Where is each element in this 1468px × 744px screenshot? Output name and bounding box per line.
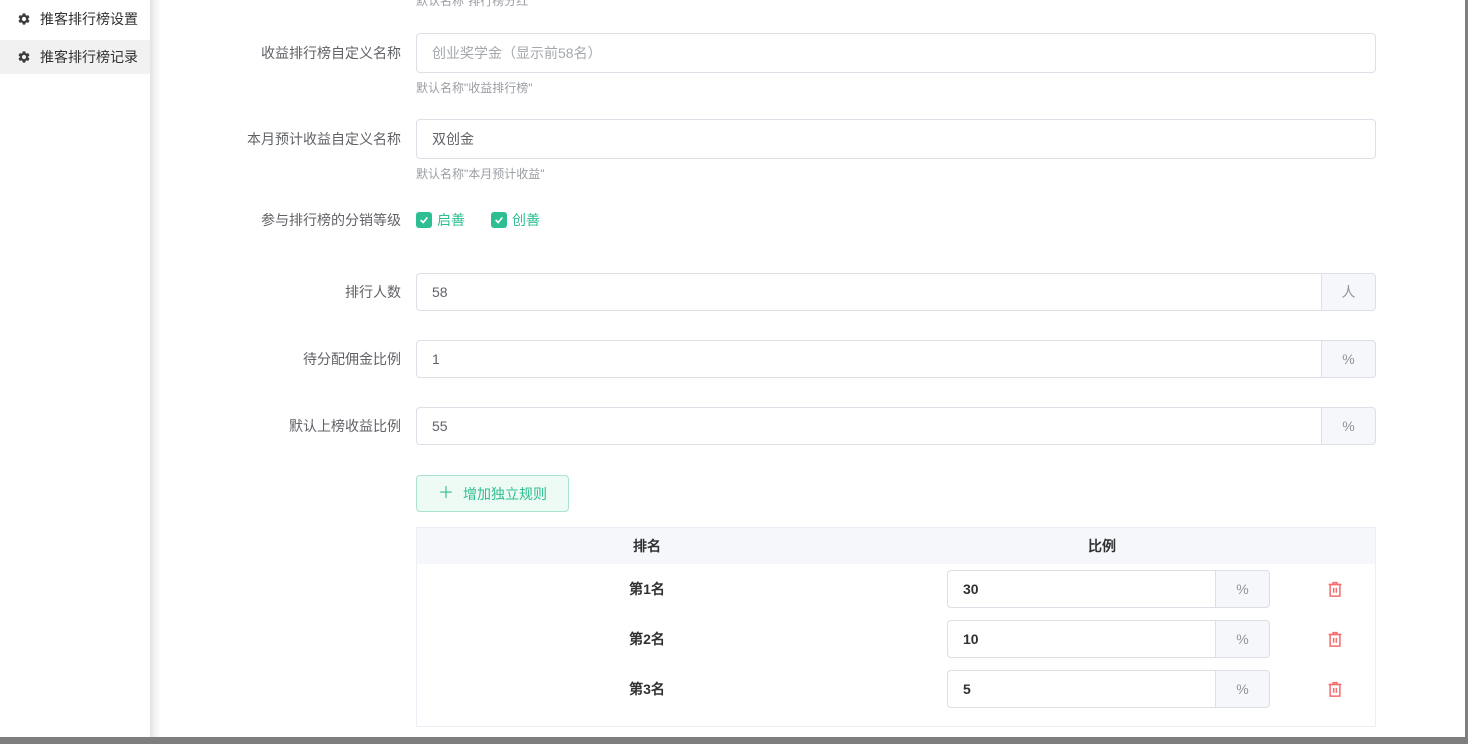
income-rank-name-helper: 默认名称"收益排行榜" bbox=[416, 79, 533, 96]
rules-table: 排名 比例 第1名 % 第2名 % bbox=[416, 527, 1376, 727]
sidebar-item-rank-settings[interactable]: 推客排行榜设置 bbox=[0, 2, 150, 36]
trash-icon bbox=[1326, 630, 1344, 648]
levels-checkbox-group: 启善 创善 bbox=[416, 203, 540, 237]
income-rank-name-input[interactable] bbox=[416, 33, 1376, 73]
trash-icon bbox=[1326, 680, 1344, 698]
default-reward-ratio-group: % bbox=[416, 407, 1376, 445]
checkbox-checked-icon bbox=[416, 212, 432, 228]
sidebar-item-rank-records[interactable]: 推客排行榜记录 bbox=[0, 40, 150, 74]
ratio-suffix: % bbox=[1215, 670, 1270, 708]
helper-text-cutoff: 默认名称"排行榜分红" bbox=[416, 0, 533, 9]
plus-icon: ＋ bbox=[438, 486, 454, 502]
add-rule-button[interactable]: ＋ 增加独立规则 bbox=[416, 475, 569, 512]
ratio-suffix: % bbox=[1215, 570, 1270, 608]
checkbox-level-qishan[interactable]: 启善 bbox=[416, 210, 465, 230]
checkbox-label: 创善 bbox=[512, 210, 540, 230]
sidebar-item-label: 推客排行榜记录 bbox=[40, 47, 138, 67]
rank-count-group: 人 bbox=[416, 273, 1376, 311]
page: 推客排行榜设置 推客排行榜记录 默认名称"排行榜分红" 收益排行榜自定义名称 默… bbox=[0, 0, 1468, 744]
levels-label: 参与排行榜的分销等级 bbox=[161, 203, 401, 237]
pending-commission-suffix: % bbox=[1321, 340, 1376, 378]
rank-count-suffix: 人 bbox=[1321, 273, 1376, 311]
rank-settings-form: 默认名称"排行榜分红" 收益排行榜自定义名称 默认名称"收益排行榜" 本月预计收… bbox=[161, 0, 1465, 737]
rank-cell: 第3名 bbox=[417, 679, 877, 699]
gear-icon bbox=[17, 12, 31, 26]
add-rule-button-label: 增加独立规则 bbox=[463, 484, 547, 504]
default-reward-ratio-input[interactable] bbox=[416, 407, 1321, 445]
month-income-name-helper: 默认名称"本月预计收益" bbox=[416, 165, 545, 182]
pending-commission-label: 待分配佣金比例 bbox=[161, 340, 401, 378]
ratio-input[interactable] bbox=[947, 670, 1215, 708]
ratio-suffix: % bbox=[1215, 620, 1270, 658]
rank-count-input[interactable] bbox=[416, 273, 1321, 311]
rank-cell: 第2名 bbox=[417, 629, 877, 649]
ratio-input-group: % bbox=[947, 670, 1270, 708]
delete-rule-button[interactable] bbox=[1326, 580, 1344, 598]
trash-icon bbox=[1326, 580, 1344, 598]
default-reward-ratio-suffix: % bbox=[1321, 407, 1376, 445]
column-header-rank: 排名 bbox=[417, 536, 877, 556]
pending-commission-input[interactable] bbox=[416, 340, 1321, 378]
delete-rule-button[interactable] bbox=[1326, 680, 1344, 698]
sidebar-item-label: 推客排行榜设置 bbox=[40, 9, 138, 29]
table-row: 第2名 % bbox=[417, 614, 1375, 664]
month-income-name-input[interactable] bbox=[416, 119, 1376, 159]
window-bottom-edge bbox=[0, 737, 1468, 744]
sidebar: 推客排行榜设置 推客排行榜记录 bbox=[0, 0, 150, 737]
checkbox-level-chuangshan[interactable]: 创善 bbox=[491, 210, 540, 230]
column-header-ratio: 比例 bbox=[877, 536, 1327, 556]
income-rank-name-label: 收益排行榜自定义名称 bbox=[161, 33, 401, 73]
month-income-name-label: 本月预计收益自定义名称 bbox=[161, 119, 401, 159]
pending-commission-group: % bbox=[416, 340, 1376, 378]
table-row: 第3名 % bbox=[417, 664, 1375, 714]
ratio-input[interactable] bbox=[947, 620, 1215, 658]
ratio-input-group: % bbox=[947, 620, 1270, 658]
rank-cell: 第1名 bbox=[417, 579, 877, 599]
sidebar-divider bbox=[150, 0, 161, 737]
checkbox-label: 启善 bbox=[437, 210, 465, 230]
ratio-input[interactable] bbox=[947, 570, 1215, 608]
rank-count-label: 排行人数 bbox=[161, 273, 401, 311]
gear-icon bbox=[17, 50, 31, 64]
ratio-input-group: % bbox=[947, 570, 1270, 608]
table-row: 第1名 % bbox=[417, 564, 1375, 614]
rules-table-header: 排名 比例 bbox=[417, 528, 1375, 564]
checkbox-checked-icon bbox=[491, 212, 507, 228]
delete-rule-button[interactable] bbox=[1326, 630, 1344, 648]
default-reward-ratio-label: 默认上榜收益比例 bbox=[161, 407, 401, 445]
